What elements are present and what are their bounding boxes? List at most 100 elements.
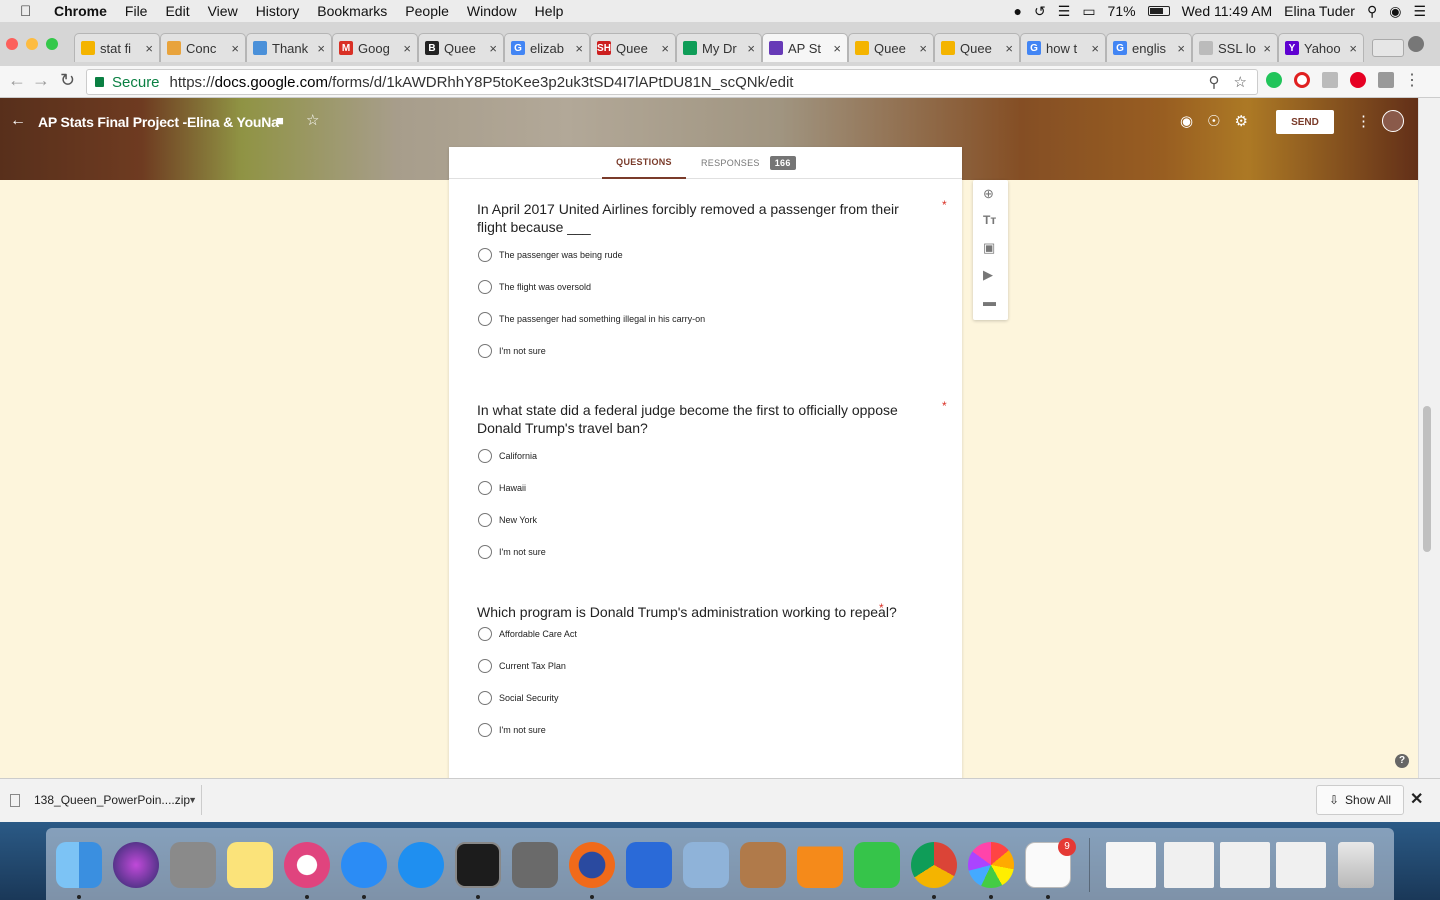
close-tab-icon[interactable]: × <box>661 41 669 56</box>
form-title[interactable]: AP Stats Final Project -Elina & YouNa <box>38 114 279 130</box>
add-question-icon[interactable]: ⊕ <box>983 186 994 202</box>
radio-button[interactable] <box>478 659 492 673</box>
browser-tab[interactable]: Thank × <box>246 33 332 62</box>
battery-percent[interactable]: 71% <box>1108 3 1136 19</box>
pinterest-icon[interactable] <box>1350 72 1366 88</box>
minimized-window-icon[interactable] <box>1164 842 1214 888</box>
minimized-window-icon[interactable] <box>1220 842 1270 888</box>
more-options-icon[interactable]: ⋮ <box>1356 112 1371 130</box>
radio-button[interactable] <box>478 545 492 559</box>
battery-icon[interactable] <box>1147 6 1170 16</box>
show-all-button[interactable]: ⇩ Show All <box>1316 785 1404 815</box>
close-tab-icon[interactable]: × <box>919 41 927 56</box>
browser-tab[interactable]: Conc × <box>160 33 246 62</box>
browser-tab[interactable]: Y Yahoo × <box>1278 33 1364 62</box>
radio-button[interactable] <box>478 280 492 294</box>
opera-icon[interactable] <box>1294 72 1310 88</box>
browser-tab[interactable]: SH Quee × <box>590 33 676 62</box>
minimized-window-icon[interactable] <box>1276 842 1326 888</box>
palette-icon[interactable]: ◉ <box>1180 112 1193 130</box>
scrollbar-thumb[interactable] <box>1423 406 1431 552</box>
notes-icon[interactable] <box>227 842 273 888</box>
time-machine-icon[interactable]: ↺ <box>1034 3 1046 20</box>
chrome-menu-icon[interactable]: ⋮ <box>1404 70 1420 90</box>
photos-icon[interactable] <box>968 842 1014 888</box>
clock[interactable]: Wed 11:49 AM <box>1182 3 1273 19</box>
browser-tab[interactable]: Quee × <box>848 33 934 62</box>
word-icon[interactable] <box>626 842 672 888</box>
bookmark-star-icon[interactable]: ☆ <box>1234 73 1247 91</box>
add-section-icon[interactable]: ▬ <box>983 294 996 309</box>
spotlight-icon[interactable]: ⚲ <box>1367 3 1377 20</box>
mail-icon[interactable] <box>683 842 729 888</box>
extension-icon[interactable] <box>1378 72 1394 88</box>
radio-button[interactable] <box>478 312 492 326</box>
document-window-icon[interactable] <box>1106 842 1156 888</box>
browser-tab[interactable]: B Quee × <box>418 33 504 62</box>
close-tab-icon[interactable]: × <box>1349 41 1357 56</box>
browser-tab[interactable]: Gelizab × <box>504 33 590 62</box>
tab-responses[interactable]: RESPONSES 166 <box>701 147 796 179</box>
menu-history[interactable]: History <box>256 3 300 19</box>
back-icon[interactable]: ← <box>8 70 26 91</box>
add-title-icon[interactable]: Tт <box>983 213 996 227</box>
chrome-icon[interactable] <box>911 842 957 888</box>
close-tab-icon[interactable]: × <box>403 41 411 56</box>
radio-option[interactable]: Social Security <box>478 691 559 705</box>
reload-icon[interactable]: ↻ <box>60 70 75 91</box>
download-item[interactable]: 138_Queen_PowerPoin....zip ▼ <box>6 785 202 815</box>
siri-icon[interactable]: ◉ <box>1389 3 1401 20</box>
help-icon[interactable]: ? <box>1395 754 1409 768</box>
radio-option[interactable]: Affordable Care Act <box>478 627 577 641</box>
radio-option[interactable]: I'm not sure <box>478 723 546 737</box>
forward-icon[interactable]: → <box>32 70 50 91</box>
browser-tab[interactable]: Quee × <box>934 33 1020 62</box>
avatar[interactable] <box>1382 110 1404 132</box>
close-tab-icon[interactable]: × <box>1177 41 1185 56</box>
airplay-icon[interactable]: ▭ <box>1082 3 1095 20</box>
radio-button[interactable] <box>478 344 492 358</box>
radio-option[interactable]: New York <box>478 513 537 527</box>
browser-tab[interactable]: AP St × <box>762 33 848 62</box>
menu-edit[interactable]: Edit <box>165 3 189 19</box>
menu-file[interactable]: File <box>125 3 148 19</box>
radio-option[interactable]: The passenger was being rude <box>478 248 623 262</box>
browser-tab[interactable]: My Dr × <box>676 33 762 62</box>
finder-icon[interactable] <box>56 842 102 888</box>
send-button[interactable]: SEND <box>1276 110 1334 134</box>
radio-button[interactable] <box>478 723 492 737</box>
close-tab-icon[interactable]: × <box>145 41 153 56</box>
apple-icon[interactable]:  <box>20 3 40 20</box>
preview-eye-icon[interactable]: ☉ <box>1207 112 1220 130</box>
alien-icon[interactable]: ● <box>1014 3 1022 19</box>
close-tab-icon[interactable]: × <box>1091 41 1099 56</box>
trash-icon[interactable] <box>1338 842 1374 888</box>
menu-window[interactable]: Window <box>467 3 517 19</box>
settings-gear-icon[interactable]: ⚙ <box>1235 112 1248 130</box>
firefox-icon[interactable] <box>569 842 615 888</box>
system-preferences-icon[interactable] <box>512 842 558 888</box>
extension-icon[interactable] <box>1322 72 1338 88</box>
close-tab-icon[interactable]: × <box>317 41 325 56</box>
messages-icon[interactable] <box>341 842 387 888</box>
close-tab-icon[interactable]: × <box>1005 41 1013 56</box>
radio-option[interactable]: Current Tax Plan <box>478 659 566 673</box>
zoom-window-button[interactable] <box>46 38 58 50</box>
profile-icon[interactable] <box>1408 36 1424 52</box>
close-window-button[interactable] <box>6 38 18 50</box>
close-tab-icon[interactable]: × <box>489 41 497 56</box>
grammarly-icon[interactable] <box>1266 72 1282 88</box>
facetime-icon[interactable] <box>854 842 900 888</box>
calculator-icon[interactable] <box>170 842 216 888</box>
radio-option[interactable]: California <box>478 449 537 463</box>
activity-monitor-icon[interactable] <box>455 842 501 888</box>
add-image-icon[interactable]: ▣ <box>983 240 995 256</box>
browser-tab[interactable]: Ghow t × <box>1020 33 1106 62</box>
radio-option[interactable]: I'm not sure <box>478 545 546 559</box>
radio-button[interactable] <box>478 627 492 641</box>
radio-button[interactable] <box>478 248 492 262</box>
scrollbar[interactable] <box>1418 98 1440 778</box>
tab-questions[interactable]: QUESTIONS <box>602 147 686 179</box>
notification-center-icon[interactable]: ☰ <box>1413 3 1426 20</box>
close-tab-icon[interactable]: × <box>747 41 755 56</box>
